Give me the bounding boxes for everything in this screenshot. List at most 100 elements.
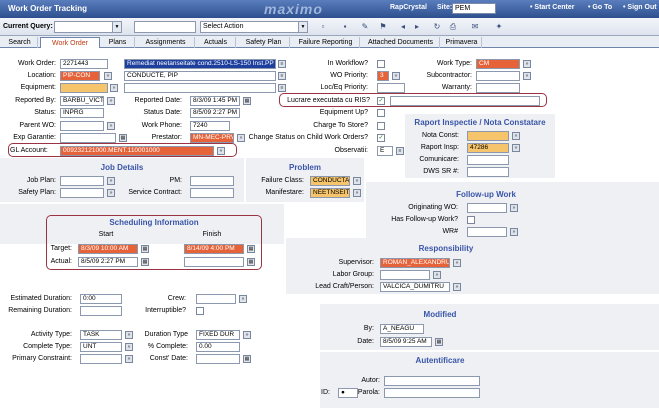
service-contract-field[interactable]: [190, 188, 234, 198]
equipment-up-checkbox[interactable]: [377, 109, 385, 117]
lookup-icon[interactable]: »: [523, 60, 531, 68]
wo-priority-field[interactable]: 3: [377, 71, 389, 81]
long-description-icon[interactable]: ≡: [278, 72, 286, 80]
lookup-icon[interactable]: »: [217, 147, 225, 155]
tab-failure-reporting[interactable]: Failure Reporting: [292, 37, 360, 48]
interruptible-checkbox[interactable]: [196, 307, 204, 315]
long-description-icon[interactable]: ≡: [396, 147, 404, 155]
bulletin-icon[interactable]: ✉: [470, 22, 480, 32]
autor-field[interactable]: [384, 376, 480, 386]
lookup-icon[interactable]: »: [353, 177, 361, 185]
description-field[interactable]: Remediat neetanseitate cond.2510-LS-150 …: [124, 59, 276, 69]
long-description-icon[interactable]: ≡: [278, 84, 286, 92]
lookup-icon[interactable]: »: [239, 295, 247, 303]
lookup-icon[interactable]: »: [510, 228, 518, 236]
lookup-icon[interactable]: »: [107, 97, 115, 105]
lucrare-ris-field[interactable]: [390, 96, 540, 106]
lookup-icon[interactable]: »: [523, 72, 531, 80]
primary-constraint-field[interactable]: [80, 354, 122, 364]
safety-plan-field[interactable]: [60, 188, 104, 198]
attach-icon[interactable]: ✦: [494, 22, 504, 32]
nota-const-field[interactable]: [467, 131, 509, 141]
site-input[interactable]: [452, 3, 496, 14]
wr-field[interactable]: [467, 227, 507, 237]
manifestare-field[interactable]: NEETNSEITATE: [310, 188, 350, 198]
reported-by-field[interactable]: BARBU_VICTO: [60, 96, 104, 106]
target-start-field[interactable]: 8/3/09 10:00 AM: [78, 244, 138, 254]
pm-field[interactable]: [190, 176, 234, 186]
calendar-icon[interactable]: ▦: [247, 245, 255, 253]
go-to-link[interactable]: • Go To: [588, 4, 612, 11]
lookup-icon[interactable]: »: [512, 132, 520, 140]
work-phone-field[interactable]: 7240: [190, 121, 230, 131]
calendar-icon[interactable]: ▦: [243, 355, 251, 363]
flag-icon[interactable]: ⚑: [378, 22, 388, 32]
lookup-icon[interactable]: »: [104, 72, 112, 80]
save-icon[interactable]: ▪: [340, 22, 350, 32]
remaining-duration-field[interactable]: [80, 306, 122, 316]
start-center-link[interactable]: • Start Center: [530, 4, 574, 11]
select-action-dropdown[interactable]: Select Action ▼: [200, 21, 308, 33]
lookup-icon[interactable]: »: [107, 177, 115, 185]
activity-type-field[interactable]: TASK: [80, 330, 122, 340]
job-plan-field[interactable]: [60, 176, 104, 186]
lookup-icon[interactable]: »: [453, 259, 461, 267]
actual-finish-field[interactable]: [184, 257, 244, 267]
originating-wo-field[interactable]: [467, 203, 507, 213]
crew-field[interactable]: [196, 294, 236, 304]
const-date-field[interactable]: [196, 354, 240, 364]
tab-plans[interactable]: Plans: [101, 37, 135, 48]
lookup-icon[interactable]: »: [510, 204, 518, 212]
failure-class-field[interactable]: CONDUCTA: [310, 176, 350, 186]
location-field[interactable]: PIP-CON: [60, 71, 100, 81]
calendar-icon[interactable]: ▦: [435, 338, 443, 346]
tab-work-order[interactable]: Work Order: [40, 37, 100, 48]
charge-to-store-checkbox[interactable]: [377, 122, 385, 130]
complete-type-field[interactable]: UNT: [80, 342, 122, 352]
duration-type-field[interactable]: FIXED DUR: [196, 330, 240, 340]
parent-wo-field[interactable]: [60, 121, 104, 131]
supervisor-field[interactable]: ROMAN_ALEXANDRU: [380, 258, 450, 268]
lucrare-ris-checkbox[interactable]: ✓: [377, 97, 385, 105]
raport-insp-field[interactable]: 47286: [467, 143, 509, 153]
subcontractor-field[interactable]: [476, 71, 520, 81]
search-field[interactable]: [134, 21, 196, 33]
new-icon[interactable]: ▫: [318, 22, 328, 32]
calendar-icon[interactable]: ▦: [243, 97, 251, 105]
calendar-icon[interactable]: ▦: [247, 258, 255, 266]
lookup-icon[interactable]: »: [110, 84, 118, 92]
change-status-child-checkbox[interactable]: ✓: [377, 134, 385, 142]
route-icon[interactable]: ↻: [432, 22, 442, 32]
estimated-duration-field[interactable]: 0:00: [80, 294, 122, 304]
lookup-icon[interactable]: »: [392, 72, 400, 80]
equipment-field[interactable]: [60, 83, 108, 93]
percent-complete-field[interactable]: 0.00: [196, 342, 240, 352]
work-order-field[interactable]: 2271443: [60, 59, 108, 69]
lookup-icon[interactable]: »: [512, 144, 520, 152]
lookup-icon[interactable]: »: [107, 122, 115, 130]
lookup-icon[interactable]: »: [433, 271, 441, 279]
previous-icon[interactable]: ◂: [398, 22, 408, 32]
lookup-icon[interactable]: »: [353, 189, 361, 197]
lookup-icon[interactable]: »: [107, 189, 115, 197]
parola-field[interactable]: [384, 388, 480, 398]
lookup-icon[interactable]: »: [243, 331, 251, 339]
long-description-icon[interactable]: ≡: [278, 60, 286, 68]
tab-safety-plan[interactable]: Safety Plan: [238, 37, 290, 48]
reported-date-field[interactable]: 8/3/09 1:45 PM: [190, 96, 240, 106]
prestator-field[interactable]: MN-MEC-PRV: [190, 133, 234, 143]
next-icon[interactable]: ▸: [412, 22, 422, 32]
lead-craft-field[interactable]: VALCICA_DUMITRU: [380, 282, 450, 292]
tab-primavera[interactable]: Primavera: [442, 37, 482, 48]
query-select[interactable]: ▼: [54, 21, 122, 33]
work-type-field[interactable]: CM: [476, 59, 520, 69]
labor-group-field[interactable]: [380, 270, 430, 280]
comunicare-field[interactable]: [467, 155, 509, 165]
target-finish-field[interactable]: 8/14/09 4:00 PM: [184, 244, 244, 254]
gl-account-field[interactable]: 009232121000.MENT.110001000: [60, 146, 214, 156]
edit-icon[interactable]: ✎: [360, 22, 370, 32]
exp-garantie-field[interactable]: [60, 133, 116, 143]
dws-sr-field[interactable]: [467, 167, 509, 177]
tab-actuals[interactable]: Actuals: [196, 37, 236, 48]
tab-assignments[interactable]: Assignments: [137, 37, 195, 48]
